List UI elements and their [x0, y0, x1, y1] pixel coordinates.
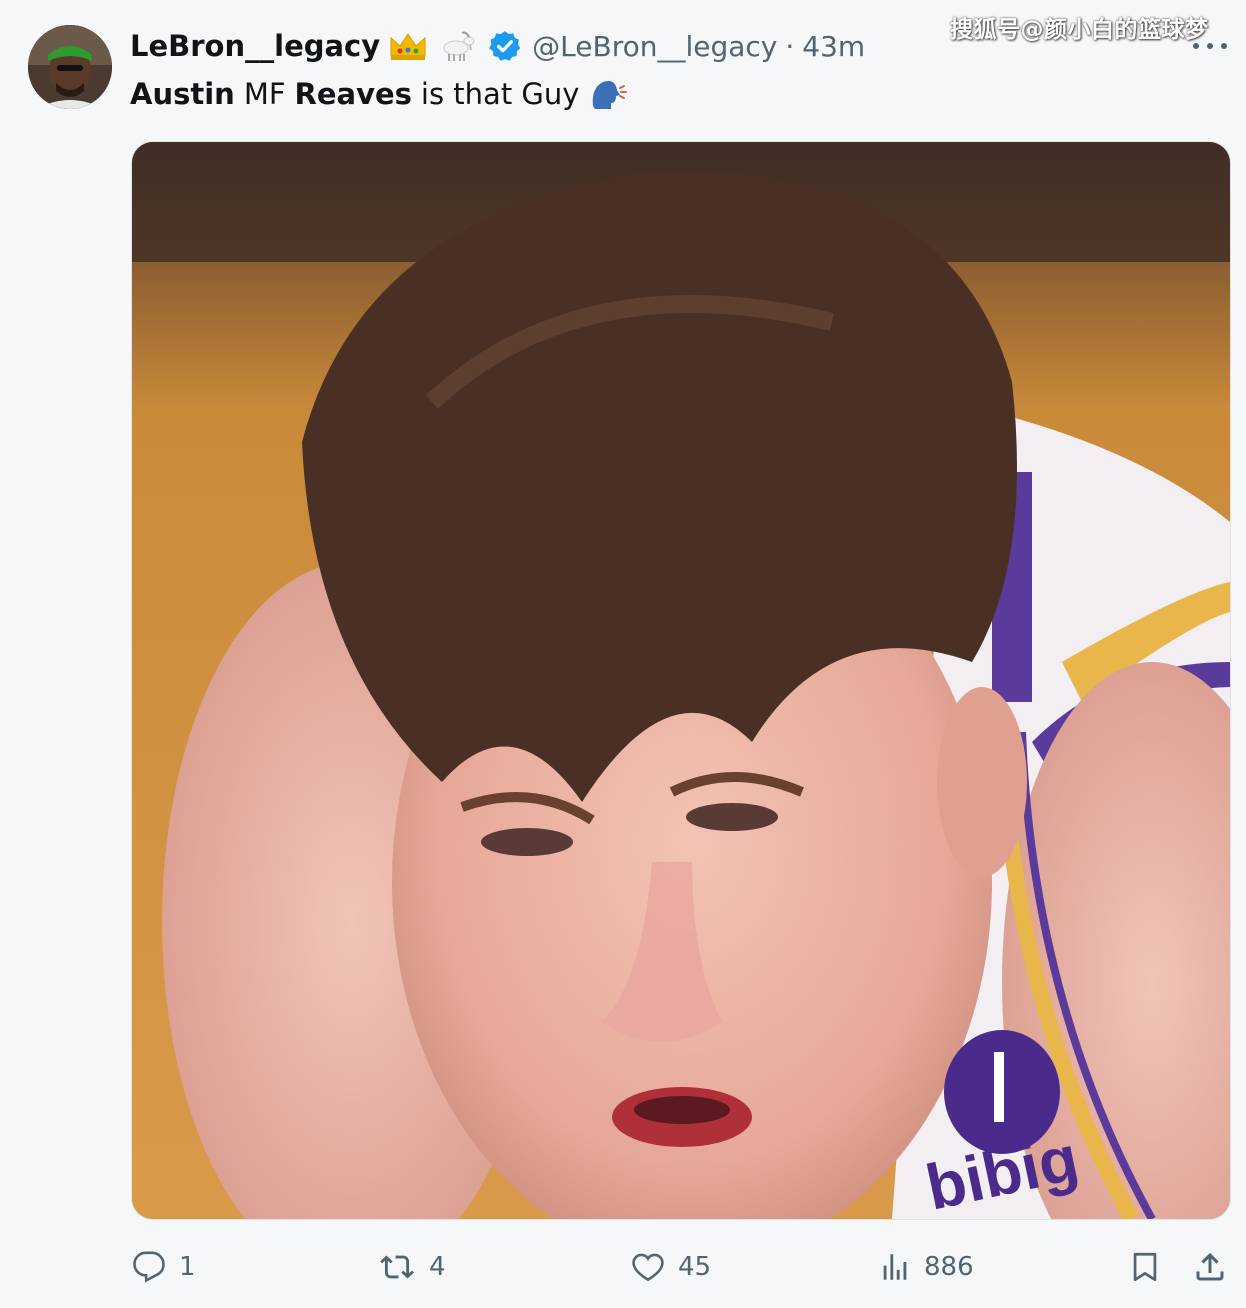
- reply-button[interactable]: 1: [131, 1246, 196, 1288]
- views-chart-icon: [878, 1250, 912, 1284]
- photo-illustration: bibig: [132, 142, 1230, 1219]
- verified-badge-icon[interactable]: [488, 29, 522, 63]
- tweet-text-bold-1: Austin: [130, 77, 235, 111]
- watermark: 搜狐号@颜小白的篮球梦: [950, 17, 1209, 43]
- tweet-text-bold-2: Reaves: [294, 77, 412, 111]
- bookmark-button[interactable]: [1128, 1246, 1162, 1288]
- share-button[interactable]: [1192, 1246, 1228, 1288]
- avatar[interactable]: [28, 25, 112, 109]
- share-icon: [1192, 1249, 1228, 1285]
- view-count: 886: [924, 1252, 974, 1282]
- like-count: 45: [678, 1252, 712, 1282]
- tweet-header: LeBron__legacy @LeBron__legacy · 43m: [130, 24, 865, 68]
- separator-dot: ·: [785, 29, 795, 63]
- reply-count: 1: [179, 1252, 196, 1282]
- speaking-head-icon: [589, 76, 628, 112]
- retweet-button[interactable]: 4: [377, 1246, 446, 1288]
- reply-icon: [131, 1250, 167, 1284]
- tweet-text-plain-2: is that Guy: [420, 77, 580, 111]
- user-handle[interactable]: @LeBron__legacy: [532, 30, 777, 63]
- timestamp[interactable]: 43m: [802, 30, 865, 63]
- tweet: LeBron__legacy @LeBron__legacy · 43m 搜狐号…: [0, 0, 1246, 1308]
- more-options-icon[interactable]: [1193, 36, 1227, 56]
- display-name[interactable]: LeBron__legacy: [130, 29, 380, 63]
- tweet-media-photo[interactable]: bibig: [131, 141, 1231, 1220]
- tweet-text-plain-1: MF: [243, 77, 286, 111]
- crown-emoji-icon: [388, 29, 428, 63]
- goat-emoji-icon: [436, 29, 478, 63]
- tweet-text: Austin MF Reaves is that Guy: [130, 72, 628, 116]
- bookmark-icon: [1128, 1249, 1162, 1285]
- avatar-image: [28, 25, 112, 109]
- retweet-icon: [377, 1250, 417, 1284]
- retweet-count: 4: [429, 1252, 446, 1282]
- like-button[interactable]: 45: [630, 1246, 711, 1288]
- heart-icon: [630, 1250, 666, 1284]
- views-button[interactable]: 886: [878, 1246, 974, 1288]
